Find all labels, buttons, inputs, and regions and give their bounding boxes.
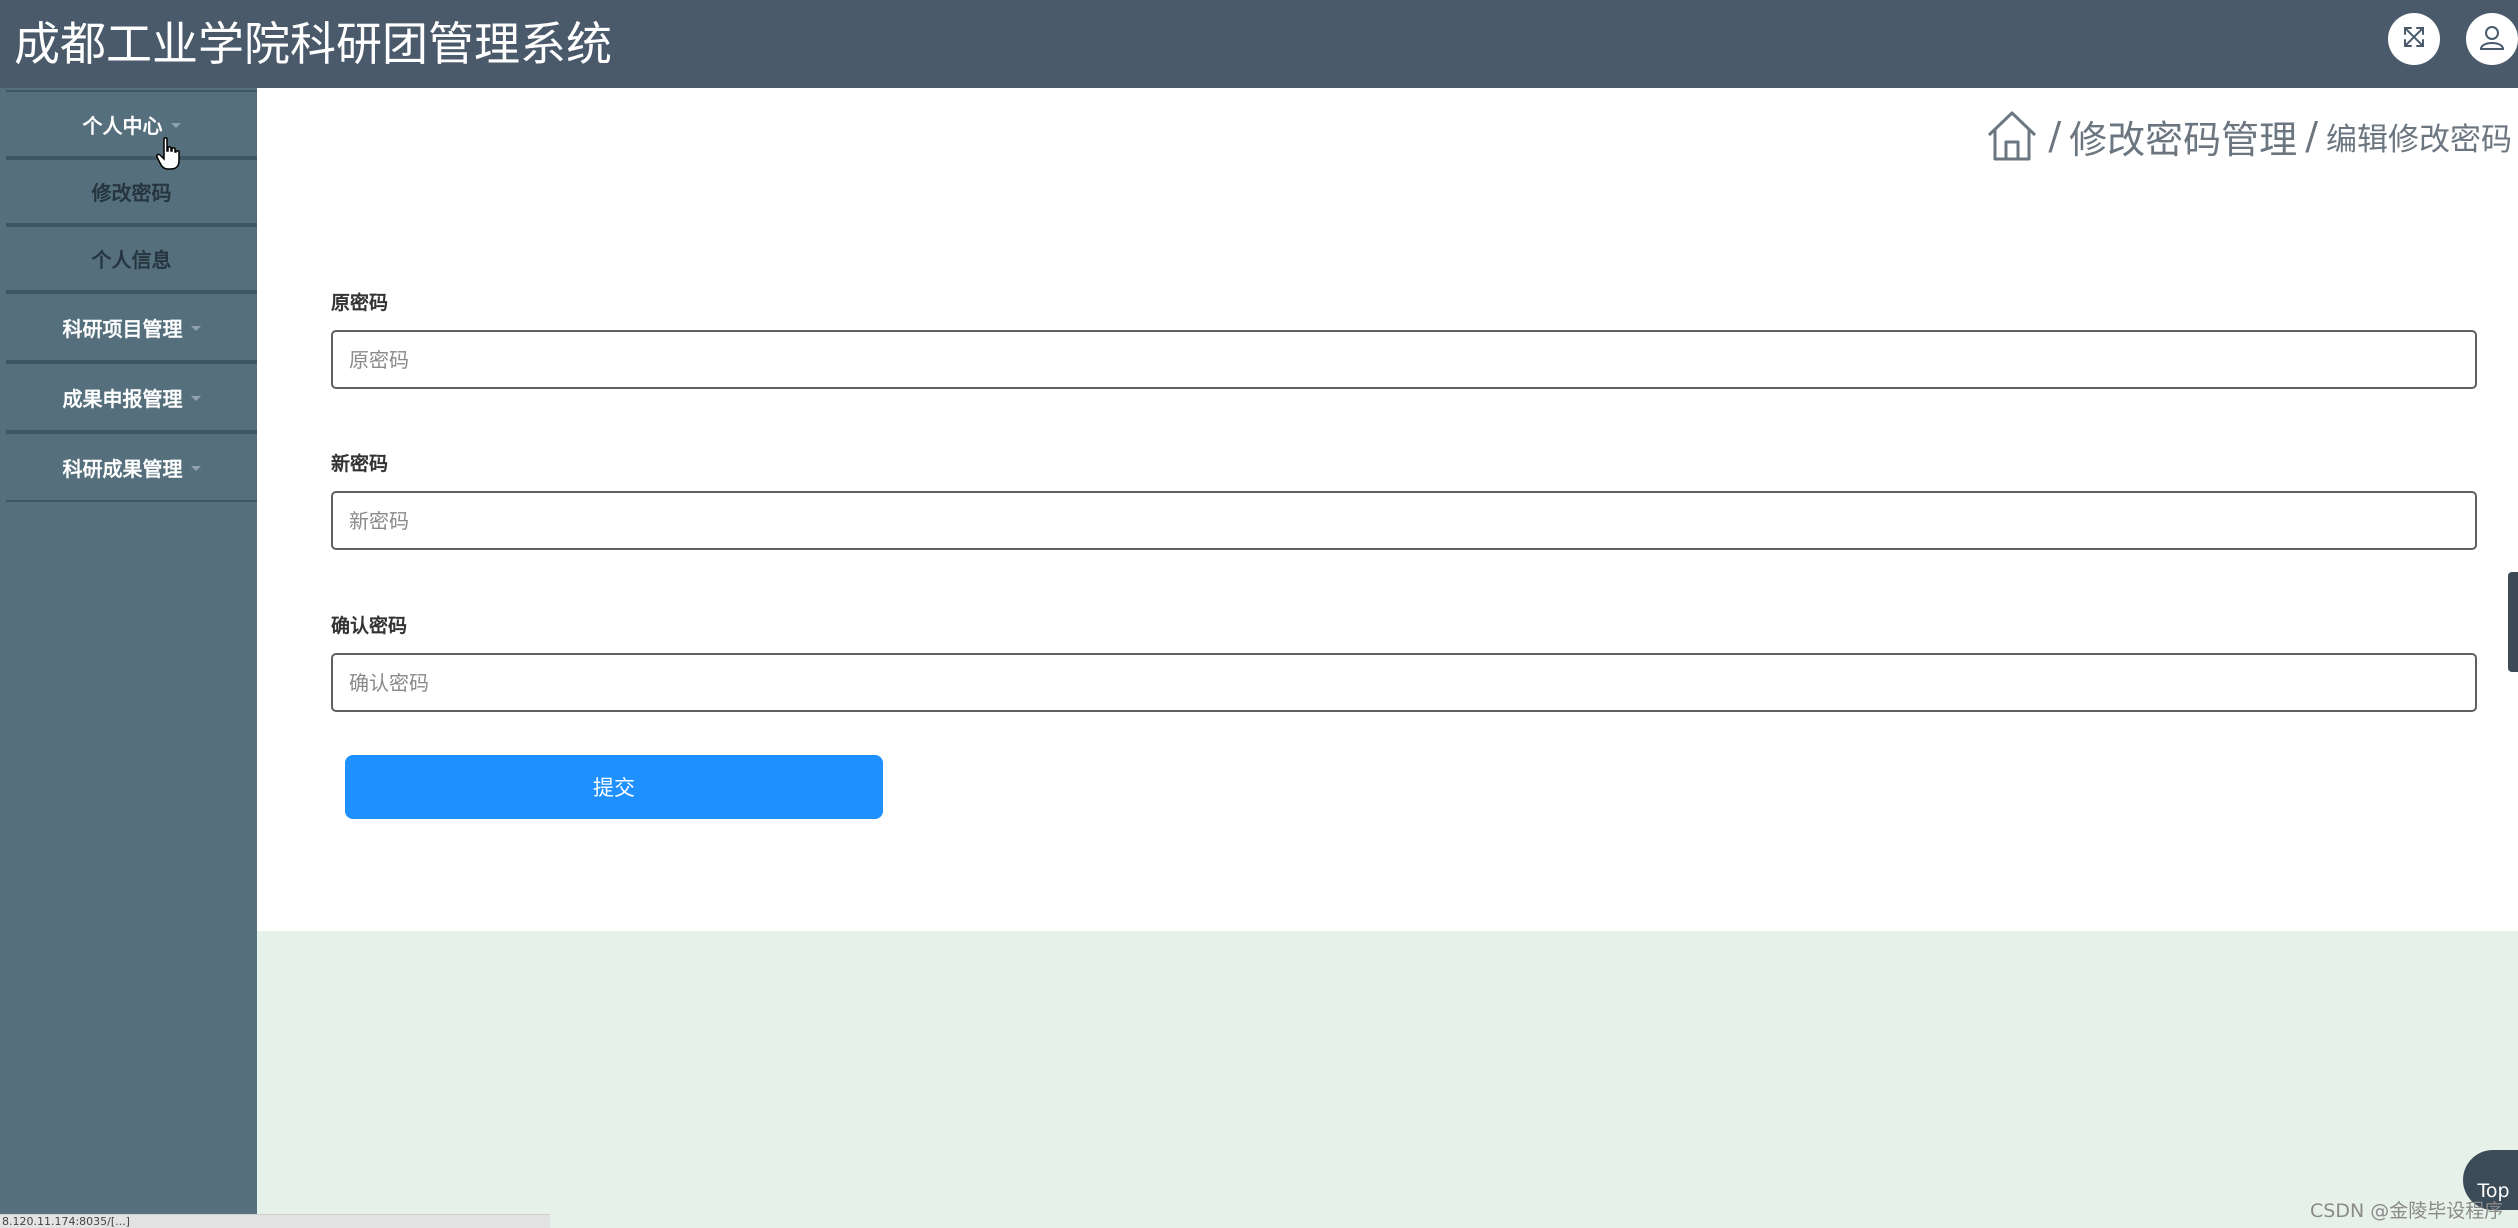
old-password-label: 原密码	[331, 292, 389, 314]
sidebar: 个人中心 修改密码 个人信息 科研项目管理 成果申报管理 科研成果管理	[0, 88, 257, 1228]
breadcrumb-separator: /	[2305, 114, 2318, 158]
hand-cursor-icon	[156, 137, 180, 175]
sidebar-item-research-projects[interactable]: 科研项目管理	[6, 292, 257, 362]
breadcrumb-current: 编辑修改密码	[2326, 121, 2512, 158]
side-scroll-handle[interactable]	[2508, 572, 2518, 672]
app-title: 成都工业学院科研团管理系统	[14, 17, 612, 71]
caret-down-icon	[170, 123, 181, 128]
user-avatar-button[interactable]	[2466, 13, 2518, 65]
sidebar-item-change-password[interactable]: 修改密码	[6, 158, 257, 225]
old-password-input[interactable]	[331, 330, 2477, 389]
sidebar-item-personal-center[interactable]: 个人中心	[6, 90, 257, 158]
sidebar-item-label: 个人信息	[91, 248, 172, 272]
caret-down-icon	[190, 326, 201, 331]
sidebar-item-label: 成果申报管理	[62, 386, 183, 411]
main-content: / 修改密码管理 / 编辑修改密码 原密码 新密码 确认密码 提交	[257, 88, 2518, 931]
breadcrumb-link[interactable]: 修改密码管理	[2069, 109, 2297, 164]
sidebar-item-label: 科研成果管理	[62, 456, 183, 481]
sidebar-item-personal-info[interactable]: 个人信息	[6, 225, 257, 292]
breadcrumb: / 修改密码管理 / 编辑修改密码	[1984, 108, 2512, 164]
submit-button[interactable]: 提交	[345, 755, 883, 819]
fullscreen-toggle-icon	[2401, 24, 2427, 54]
confirm-password-input[interactable]	[331, 653, 2477, 712]
new-password-input[interactable]	[331, 491, 2477, 550]
new-password-label: 新密码	[331, 453, 389, 475]
sidebar-item-achievement-declaration[interactable]: 成果申报管理	[6, 362, 257, 432]
confirm-password-label: 确认密码	[331, 615, 408, 637]
watermark: CSDN @金陵毕设程序	[2310, 1200, 2504, 1222]
status-bar-url: 8.120.11.174:8035/[...]	[0, 1214, 550, 1228]
home-icon[interactable]	[1984, 108, 2040, 164]
sidebar-item-label: 个人中心	[82, 113, 163, 138]
sidebar-item-label: 科研项目管理	[62, 316, 183, 341]
user-icon	[2478, 23, 2506, 55]
sidebar-item-label: 修改密码	[91, 181, 172, 205]
fullscreen-button[interactable]	[2388, 13, 2440, 65]
breadcrumb-separator: /	[2048, 114, 2062, 158]
sidebar-item-research-results[interactable]: 科研成果管理	[6, 432, 257, 502]
top-header: 成都工业学院科研团管理系统	[0, 0, 2518, 88]
caret-down-icon	[190, 466, 201, 471]
caret-down-icon	[190, 396, 201, 401]
